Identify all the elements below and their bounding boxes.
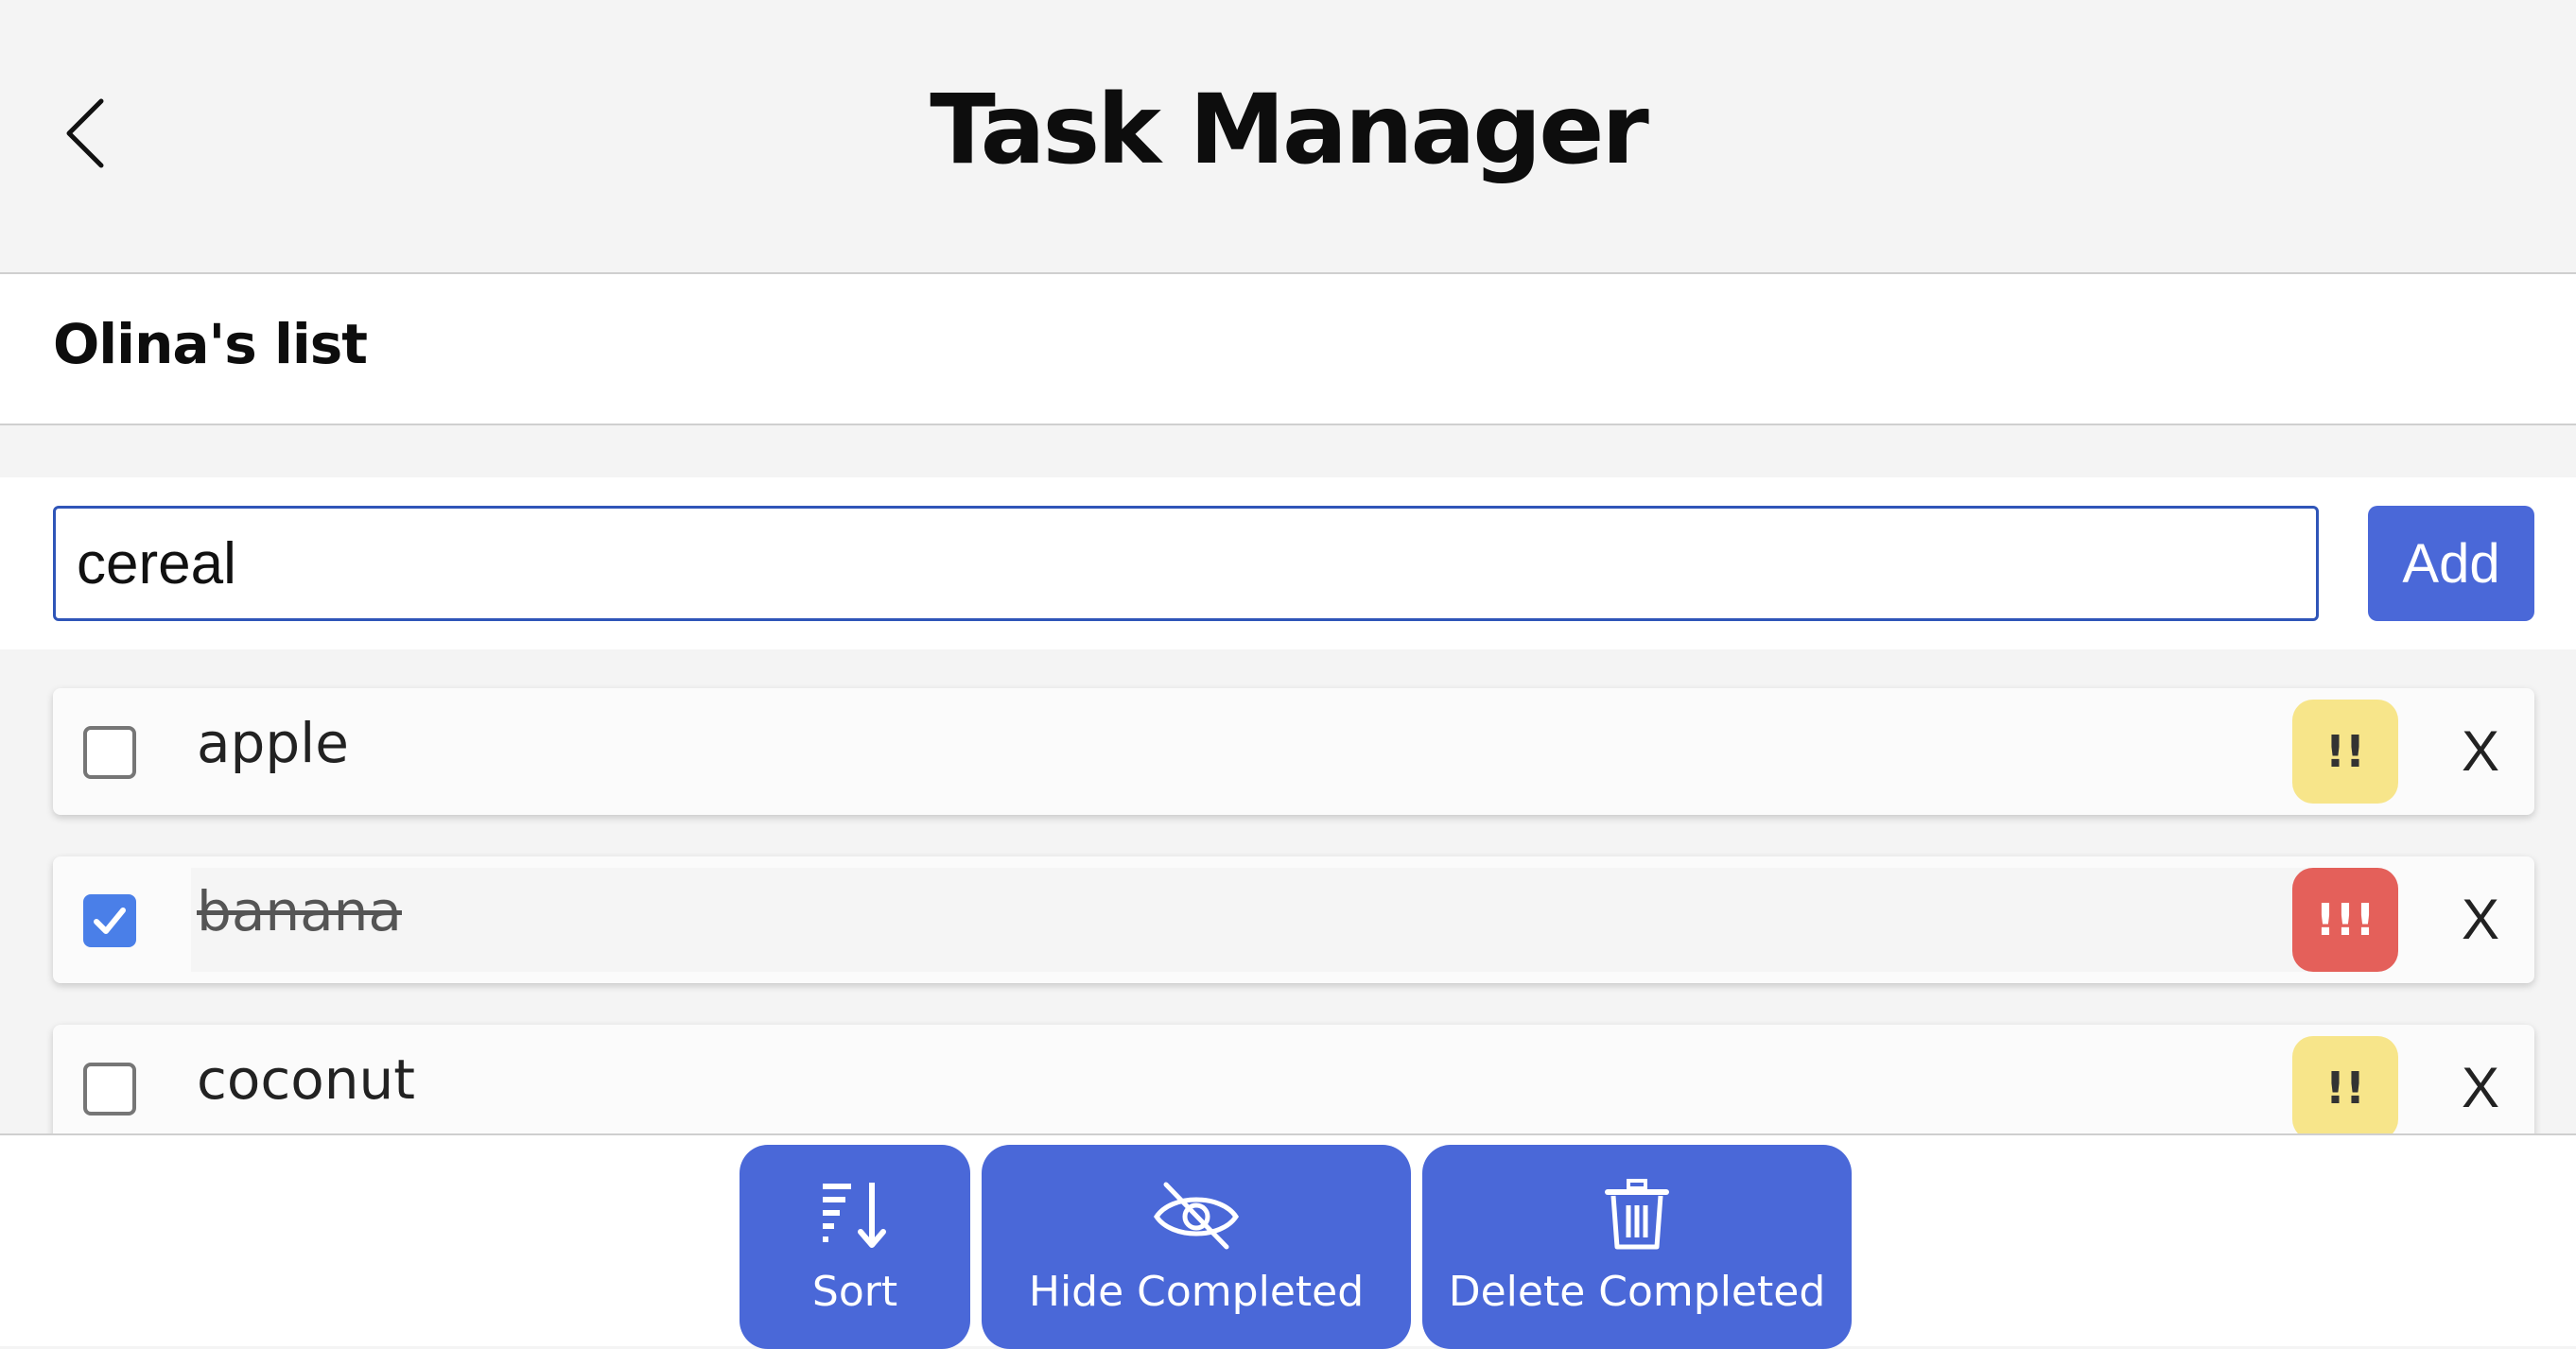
add-button[interactable]: Add — [2368, 506, 2534, 621]
sort-button[interactable]: Sort — [740, 1145, 970, 1349]
delete-task-button[interactable]: X — [2447, 1049, 2514, 1125]
list-header: Olina's list — [0, 274, 2576, 425]
list-name: Olina's list — [53, 312, 368, 376]
new-task-input[interactable] — [53, 506, 2319, 621]
task-checkbox[interactable] — [83, 1063, 136, 1116]
add-task-form: Add — [0, 477, 2576, 649]
page-title: Task Manager — [930, 74, 1649, 186]
delete-task-button[interactable]: X — [2447, 881, 2514, 957]
delete-completed-button[interactable]: Delete Completed — [1422, 1145, 1852, 1349]
sort-label: Sort — [811, 1268, 898, 1316]
trash-icon — [1605, 1179, 1669, 1250]
delete-task-button[interactable]: X — [2447, 713, 2514, 788]
task-list: apple !! X banana !!! X coconut !! X — [0, 649, 2576, 1133]
delete-completed-label: Delete Completed — [1448, 1268, 1826, 1316]
task-item: coconut !! X — [53, 1025, 2534, 1133]
hide-completed-button[interactable]: Hide Completed — [982, 1145, 1411, 1349]
task-label[interactable]: coconut — [197, 1047, 415, 1112]
eye-off-icon — [1153, 1182, 1240, 1250]
task-label[interactable]: apple — [197, 711, 349, 775]
task-checkbox[interactable] — [83, 726, 136, 779]
bottom-toolbar: Sort Hide Completed Delete Completed — [0, 1133, 2576, 1349]
task-item: apple !! X — [53, 688, 2534, 815]
task-label[interactable]: banana — [191, 868, 2309, 972]
sort-icon — [823, 1183, 886, 1248]
task-item: banana !!! X — [53, 856, 2534, 983]
checkmark-icon — [94, 908, 126, 934]
task-checkbox[interactable] — [83, 894, 136, 947]
app-header: Task Manager — [0, 0, 2576, 274]
hide-completed-label: Hide Completed — [1028, 1268, 1365, 1316]
priority-button[interactable]: !! — [2292, 1036, 2398, 1133]
priority-button[interactable]: !! — [2292, 700, 2398, 804]
priority-button[interactable]: !!! — [2292, 868, 2398, 972]
